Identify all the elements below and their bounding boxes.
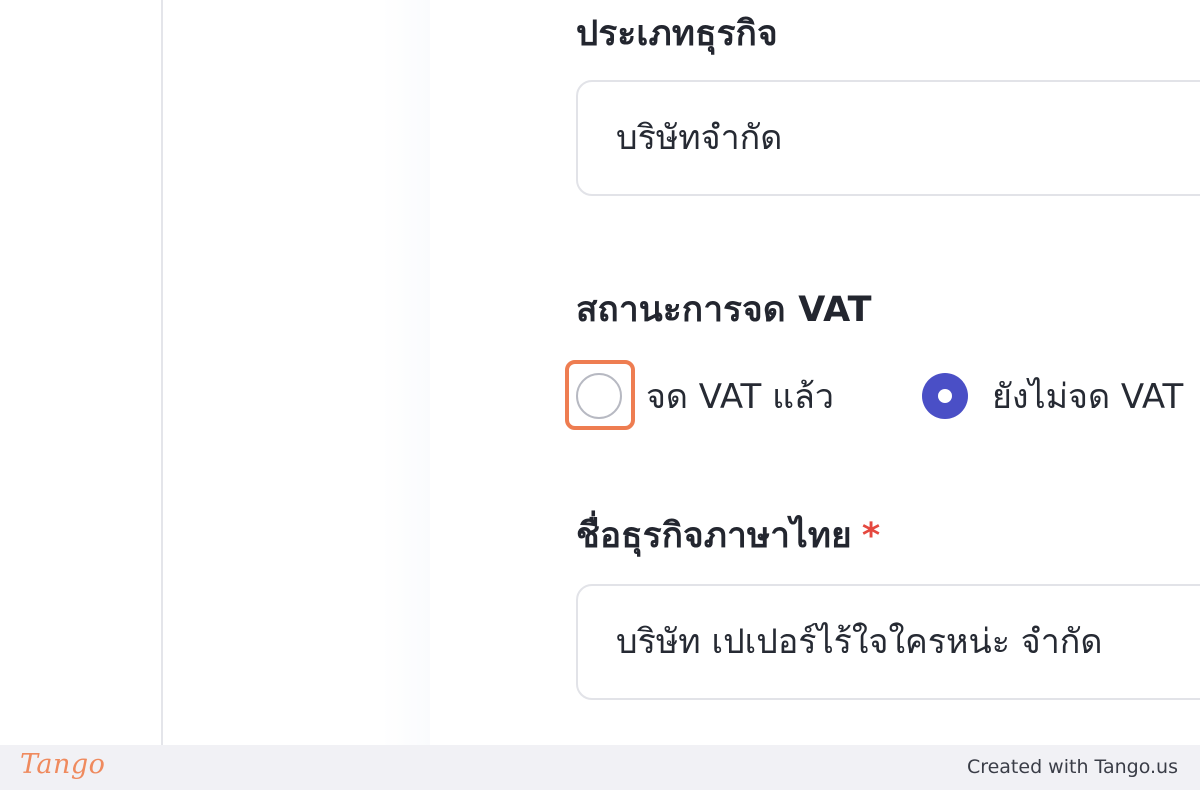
vat-registered-label: จด VAT แล้ว: [646, 377, 834, 417]
business-name-th-label: ชื่อธุรกิจภาษาไทย *: [576, 508, 880, 563]
business-type-label: ประเภทธุรกิจ: [576, 14, 778, 54]
vat-registered-option[interactable]: จด VAT แล้ว: [576, 368, 834, 424]
business-type-value: บริษัทจำกัด: [616, 118, 783, 158]
vat-not-registered-option[interactable]: ยังไม่จด VAT: [922, 368, 1183, 424]
tango-footer: Tango Created with Tango.us: [0, 745, 1200, 790]
vat-registered-radio[interactable]: [576, 373, 622, 419]
required-mark: *: [861, 516, 881, 556]
left-sidebar: [0, 0, 163, 745]
vat-not-registered-label: ยังไม่จด VAT: [992, 377, 1184, 417]
form-panel: ประเภทธุรกิจ บริษัทจำกัด สถานะการจด VAT …: [430, 0, 1200, 745]
business-name-th-label-text: ชื่อธุรกิจภาษาไทย: [576, 516, 852, 556]
vat-not-registered-radio[interactable]: [922, 373, 968, 419]
secondary-panel: [163, 0, 430, 745]
business-name-th-value: บริษัท เปเปอร์ไร้ใจใครหน่ะ จำกัด: [616, 622, 1103, 662]
footer-credit: Created with Tango.us: [966, 756, 1178, 778]
business-name-th-input[interactable]: บริษัท เปเปอร์ไร้ใจใครหน่ะ จำกัด: [576, 584, 1200, 700]
business-type-field[interactable]: บริษัทจำกัด: [576, 80, 1200, 196]
tango-logo: Tango: [20, 749, 106, 780]
vat-status-radio-group: จด VAT แล้ว ยังไม่จด VAT: [576, 368, 1200, 424]
vat-status-label: สถานะการจด VAT: [576, 290, 872, 330]
